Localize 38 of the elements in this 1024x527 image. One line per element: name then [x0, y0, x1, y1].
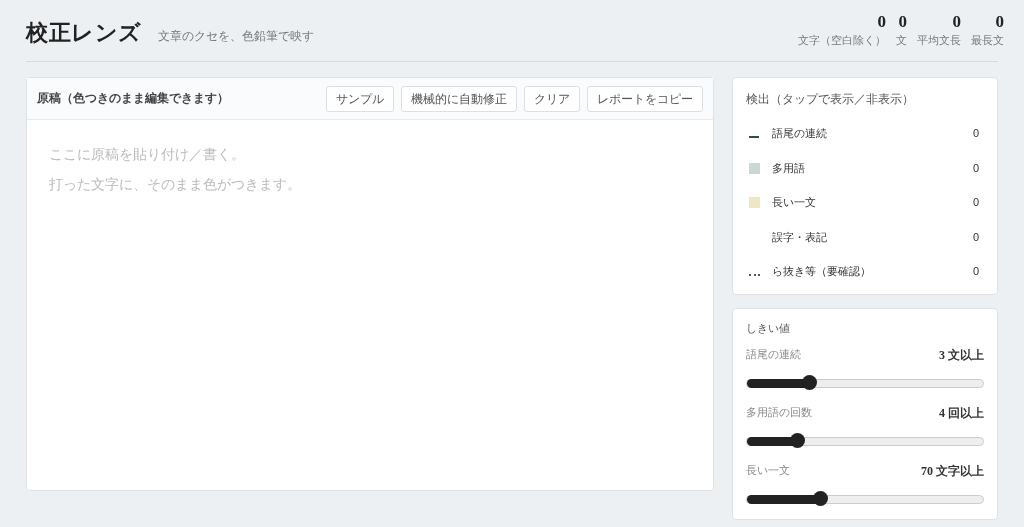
threshold-title: しきい値: [746, 321, 792, 336]
slider-label: 多用語の回数: [746, 404, 813, 420]
app-title: 校正レンズ: [26, 19, 142, 47]
toolbar-button[interactable]: クリア: [524, 85, 581, 112]
slider-reading: 70 文字以上: [921, 462, 984, 480]
stat-value: 0: [995, 12, 1004, 33]
toolbar-button[interactable]: レポートをコピー: [587, 85, 704, 112]
slider-reading: 3 文以上: [939, 346, 984, 364]
toolbar-button[interactable]: 機械的に自動修正: [401, 85, 518, 112]
detection-count: 0: [972, 126, 979, 141]
stat-label: 最長文: [971, 33, 1004, 49]
slider-thumb[interactable]: [801, 375, 817, 391]
detection-count: 0: [972, 160, 979, 176]
detection-title: 検出（タップで表示／非表示）: [746, 91, 916, 108]
slider-label: 長い一文: [746, 462, 791, 478]
placeholder-text: ここに原稿を貼り付け／書く。: [49, 146, 245, 164]
stat-value: 0: [877, 12, 886, 33]
slider-thumb[interactable]: [813, 491, 829, 507]
detection-label[interactable]: 長い一文: [772, 194, 973, 211]
stat-value: 0: [898, 12, 907, 33]
detection-label[interactable]: 語尾の連続: [772, 125, 973, 142]
stat-label: 文字（空白除く）: [798, 33, 886, 49]
detection-count: 0: [972, 195, 979, 210]
detection-label[interactable]: 多用語: [772, 159, 973, 176]
stat-label: 文: [896, 33, 907, 49]
slider-reading: 4 回以上: [939, 404, 984, 422]
editor-title: 原稿（色つきのまま編集できます）: [37, 90, 229, 107]
detection-label[interactable]: 誤字・表記: [772, 228, 973, 245]
detection-label[interactable]: ら抜き等（要確認）: [772, 263, 973, 280]
detection-count: 0: [972, 229, 979, 245]
stat-value: 0: [952, 12, 961, 33]
slider-thumb[interactable]: [789, 433, 805, 449]
app-subtitle: 文章のクセを、色鉛筆で映す: [157, 28, 314, 45]
stat-label: 平均文長: [917, 33, 961, 49]
toolbar-button[interactable]: サンプル: [326, 85, 395, 112]
slider-label: 語尾の連続: [746, 346, 802, 362]
placeholder-text: 打った文字に、そのまま色がつきます。: [49, 176, 301, 194]
detection-count: 0: [972, 264, 979, 279]
